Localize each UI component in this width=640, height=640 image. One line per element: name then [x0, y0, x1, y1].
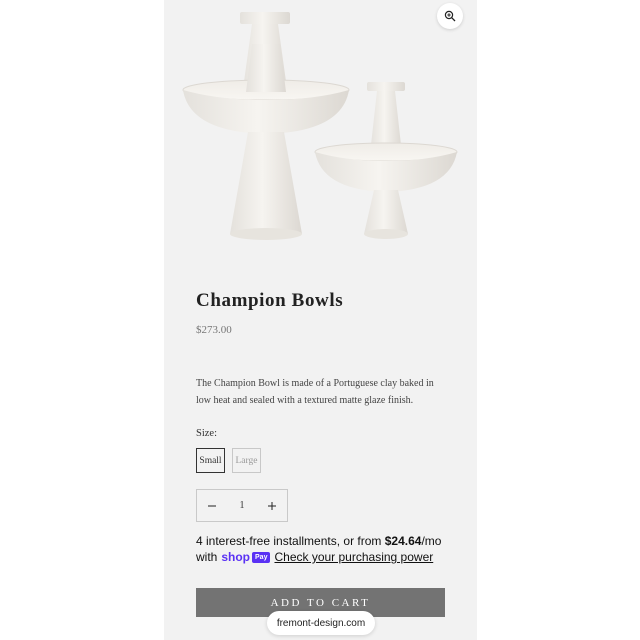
shoppay-logo: shop Pay	[221, 549, 271, 565]
shoppay-shop-text: shop	[221, 550, 251, 564]
size-label: Size:	[196, 428, 217, 439]
size-option-small[interactable]: Small	[196, 448, 225, 473]
installments-text: 4 interest-free installments, or from	[196, 534, 385, 548]
purchasing-power-link[interactable]: Check your purchasing power	[274, 549, 433, 565]
installments-amount: $24.64	[384, 534, 422, 548]
product-page: Champion Bowls $273.00 The Champion Bowl…	[164, 0, 477, 640]
installments-period: /mo	[421, 534, 442, 548]
zoom-button[interactable]	[437, 3, 463, 29]
bowls-illustration	[182, 12, 458, 240]
product-price: $273.00	[196, 324, 232, 336]
product-title: Champion Bowls	[196, 290, 344, 311]
zoom-in-icon	[444, 10, 456, 22]
minus-icon	[208, 505, 216, 506]
product-description: The Champion Bowl is made of a Portugues…	[196, 378, 434, 406]
shoppay-pay-badge: Pay	[252, 551, 271, 563]
plus-icon	[268, 501, 276, 510]
size-option-large[interactable]: Large	[232, 448, 261, 473]
decrement-button[interactable]	[197, 490, 227, 521]
increment-button[interactable]	[257, 490, 287, 521]
quantity-value[interactable]: 1	[227, 500, 257, 511]
browser-domain-pill[interactable]: fremont-design.com	[267, 611, 375, 635]
installments-info: 4 interest-free installments, or from $2…	[196, 533, 466, 565]
product-image[interactable]	[164, 0, 477, 262]
installments-with: with	[196, 550, 218, 564]
quantity-stepper: 1	[196, 489, 288, 522]
